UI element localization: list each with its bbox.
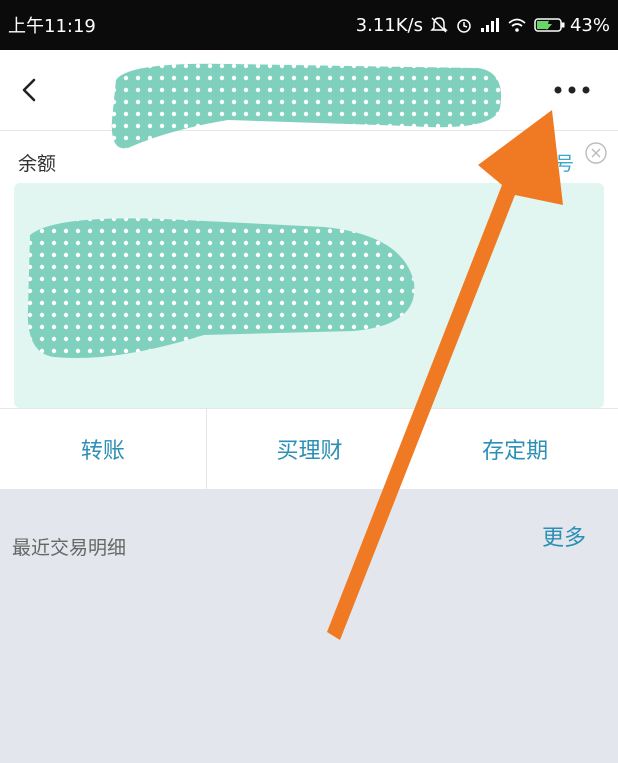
- recent-transactions-title: 最近交易明细: [12, 537, 127, 559]
- mute-icon: [430, 16, 448, 34]
- buy-wealth-button[interactable]: 买理财: [205, 409, 413, 489]
- fixed-deposit-button[interactable]: 存定期: [412, 409, 618, 489]
- signal-icon: [480, 17, 500, 33]
- action-bar: 转账 买理财 存定期: [0, 408, 618, 489]
- more-options-button[interactable]: [544, 68, 600, 112]
- back-button[interactable]: [8, 68, 52, 112]
- balance-section: 余额 显示账号: [0, 131, 618, 408]
- title-redaction: [111, 63, 502, 149]
- more-dots-icon: [554, 86, 590, 94]
- balance-label: 余额: [18, 153, 57, 175]
- network-speed: 3.11K/s: [355, 14, 423, 36]
- battery-charging-icon: [534, 17, 566, 33]
- chevron-left-icon: [22, 78, 36, 102]
- more-transactions-link[interactable]: 更多: [542, 520, 586, 552]
- close-circle-icon[interactable]: [584, 141, 608, 165]
- balance-redaction: [27, 218, 415, 359]
- balance-card: [14, 183, 604, 408]
- show-account-link[interactable]: 显示账号: [498, 149, 574, 176]
- status-time: 上午11:19: [8, 16, 96, 37]
- transfer-button[interactable]: 转账: [0, 409, 206, 489]
- wifi-icon: [507, 17, 527, 33]
- status-icons: 3.11K/s 43%: [356, 15, 610, 36]
- status-bar: 上午11:19 3.11K/s 43%: [0, 0, 618, 50]
- battery-percent: 43%: [569, 14, 610, 36]
- battery-status: 43%: [534, 15, 610, 36]
- alarm-icon: [455, 16, 473, 34]
